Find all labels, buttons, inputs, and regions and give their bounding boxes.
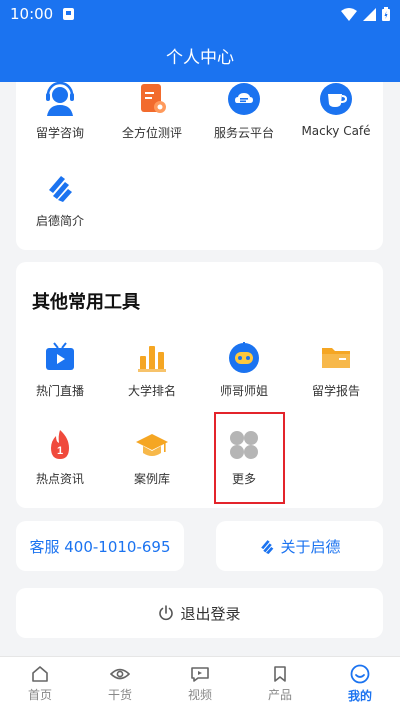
power-icon [159,605,174,621]
tab-label: 干货 [107,688,132,702]
status-bar: 10:00 [0,0,400,28]
service-assessment[interactable]: 全方位测评 [106,82,198,141]
service-cloud-platform[interactable]: 服务云平台 [198,82,290,141]
service-label: 全方位测评 [121,126,182,140]
tab-label: 我的 [347,689,372,703]
wifi-icon [341,7,357,21]
tab-mine[interactable]: 我的 [320,657,400,711]
about-eic-button[interactable]: 关于启德 [216,521,383,571]
cloud-platform-icon [228,83,260,115]
status-time: 10:00 [10,5,54,23]
graduation-cap-icon [136,434,168,456]
logout-label: 退出登录 [180,604,241,623]
tab-products[interactable]: 产品 [240,657,320,711]
hot-news-flame-icon: 1 [51,430,69,459]
live-tv-icon [46,342,74,370]
folder-report-icon [322,348,350,368]
tab-label: 首页 [27,688,52,702]
tool-label: 大学排名 [127,384,176,398]
tool-label: 留学报告 [311,384,360,398]
service-hotline-button[interactable]: 客服 400-1010-695 [16,521,184,571]
tools-card: 其他常用工具 热门直播 大学排名 师哥师姐 留学报告 1 热点资讯 案例库 更多 [16,262,383,508]
tool-mentors[interactable]: 师哥师姐 [198,340,290,399]
video-chat-icon [191,667,209,682]
robot-mentor-icon [229,342,259,373]
home-icon [32,666,48,682]
about-eic-label: 关于启德 [280,537,341,556]
bottom-tab-bar: 首页 干货 视频 产品 我的 [0,656,400,711]
tool-label: 师哥师姐 [219,384,268,398]
service-macky-cafe[interactable]: Macky Café [290,82,382,138]
service-label: Macky Café [301,124,371,138]
page-title: 个人中心 [166,47,234,68]
highlight-box-more [214,412,285,504]
ranking-bars-icon [138,346,166,372]
consultant-headset-icon [46,82,74,116]
tool-hot-news[interactable]: 1 热点资讯 [14,428,106,487]
tool-case-library[interactable]: 案例库 [106,428,198,487]
service-label: 留学咨询 [35,126,84,140]
eye-icon [110,668,130,680]
notification-icon [63,8,75,20]
service-eic-intro[interactable]: 启德简介 [14,170,106,229]
tool-report[interactable]: 留学报告 [290,340,382,399]
service-hotline-label: 客服 400-1010-695 [29,537,171,556]
service-consulting[interactable]: 留学咨询 [14,82,106,141]
service-label: 启德简介 [35,214,84,228]
services-card: 留学咨询 全方位测评 服务云平台 Macky Café 启德简介 [16,82,383,250]
title-bar: 个人中心 [0,28,400,82]
tool-label: 热点资讯 [35,472,84,486]
service-label: 服务云平台 [213,126,274,140]
profile-face-icon [350,664,370,684]
battery-icon [382,7,390,21]
tools-section-title: 其他常用工具 [32,292,140,313]
coffee-cup-icon [320,83,352,115]
tab-articles[interactable]: 干货 [80,657,160,711]
logout-button[interactable]: 退出登录 [16,588,383,638]
tab-label: 视频 [187,688,212,702]
eic-logo-icon [49,176,72,202]
tool-label: 案例库 [133,472,170,486]
tab-videos[interactable]: 视频 [160,657,240,711]
tool-label: 热门直播 [35,384,84,398]
eic-logo-icon [261,540,274,554]
tab-home[interactable]: 首页 [0,657,80,711]
assessment-clipboard-icon [141,84,166,113]
bookmark-icon [274,666,286,682]
tool-ranking[interactable]: 大学排名 [106,340,198,399]
signal-icon [363,7,376,21]
tab-label: 产品 [267,688,292,702]
tool-live[interactable]: 热门直播 [14,340,106,399]
svg-text:1: 1 [57,445,63,457]
